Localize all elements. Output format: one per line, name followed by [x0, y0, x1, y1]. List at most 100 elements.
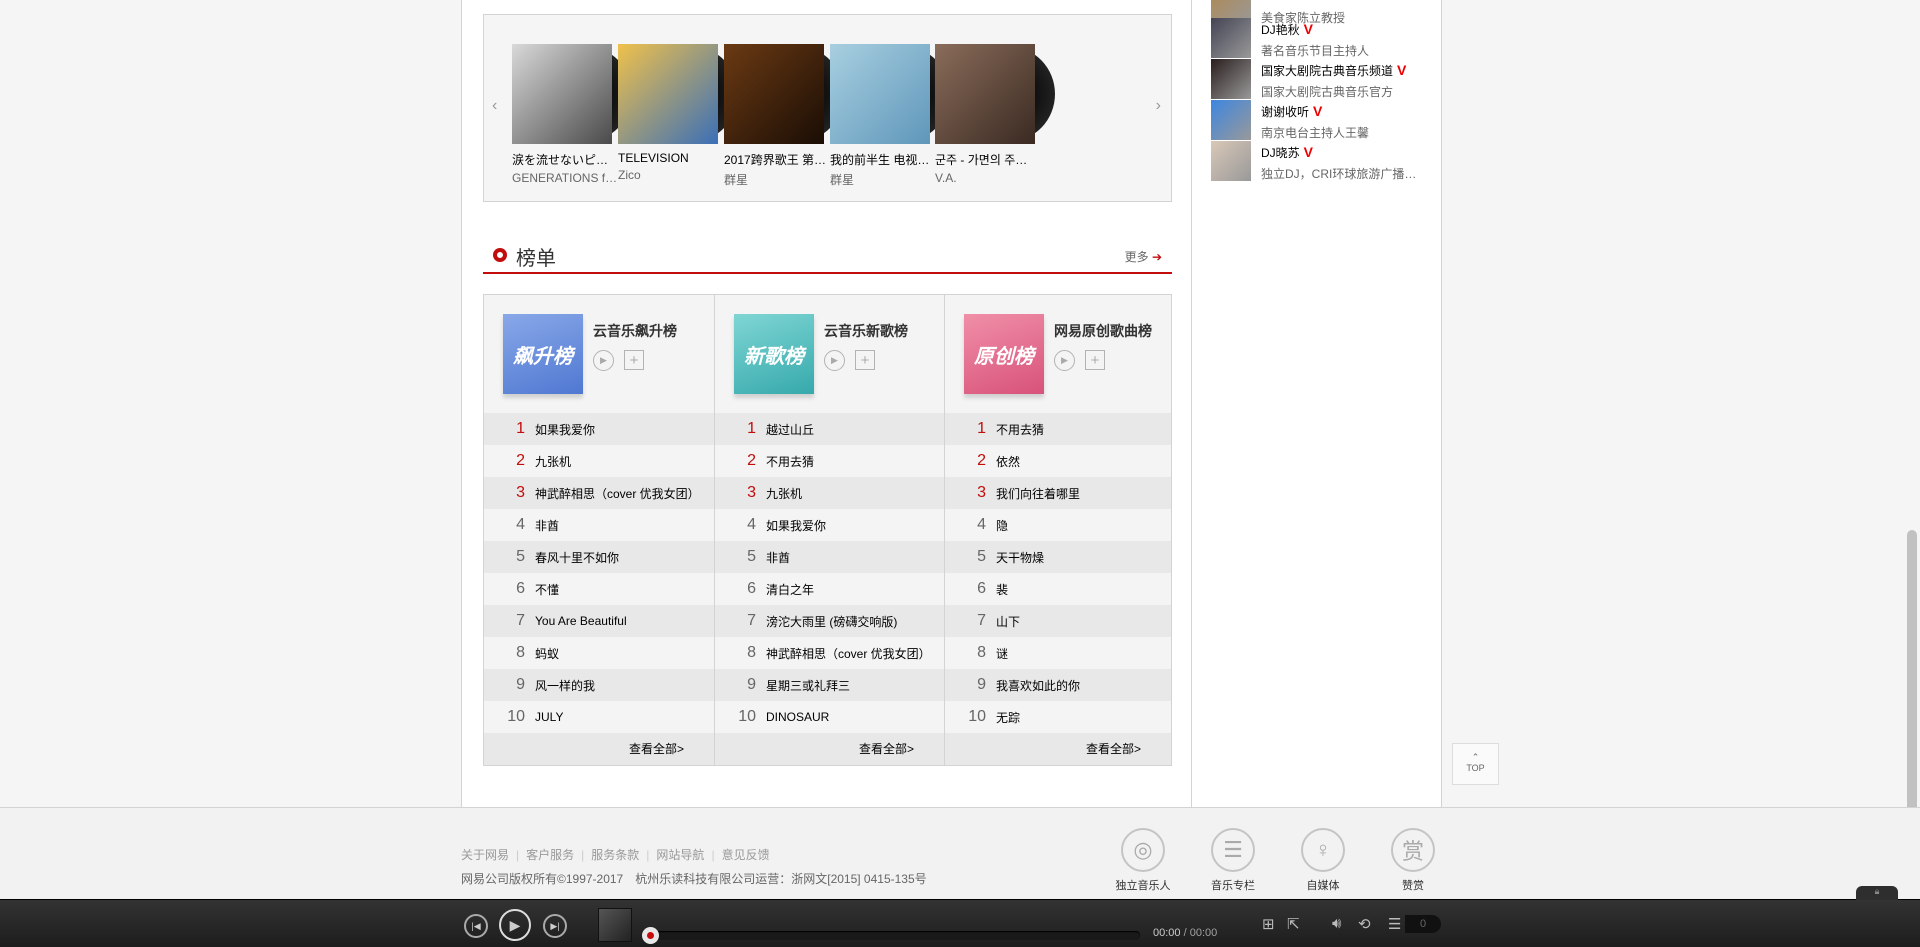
playlist-count[interactable]: 0 — [1405, 915, 1441, 933]
footer-link[interactable]: 客户服务 — [526, 848, 574, 862]
track-title[interactable]: 如果我爱你 — [535, 421, 595, 438]
track-row[interactable]: 1 不用去猜 — [945, 413, 1171, 445]
track-row[interactable]: 8谜 — [945, 637, 1171, 669]
album-artist[interactable]: 群星 — [830, 171, 948, 188]
track-row[interactable]: 9 风一样的我 — [484, 669, 714, 701]
track-row[interactable]: 10 DINOSAUR — [715, 701, 944, 733]
dj-name-text[interactable]: DJ晓苏 — [1261, 146, 1300, 160]
back-to-top-button[interactable]: ⌃ TOP — [1452, 743, 1499, 785]
album-cover[interactable] — [935, 44, 1035, 144]
track-row[interactable]: 10 无踪 — [945, 701, 1171, 733]
dj-name[interactable]: DJ艳秋 V — [1261, 21, 1313, 38]
add-to-playlist-icon[interactable]: ⊞ — [1262, 915, 1275, 933]
dj-name[interactable]: DJ晓苏 V — [1261, 144, 1313, 161]
loop-icon[interactable]: ⟲ — [1358, 915, 1371, 933]
chart-cover[interactable]: 原创榜 — [964, 314, 1044, 394]
footer-link[interactable]: 意见反馈 — [722, 848, 770, 862]
track-title[interactable]: 神武醉相思（cover 优我女团） — [535, 485, 700, 502]
track-row[interactable]: 6 清白之年 — [715, 573, 944, 605]
track-title[interactable]: 非酋 — [535, 517, 559, 534]
track-title[interactable]: JULY — [535, 710, 563, 724]
album-artist[interactable]: V.A. — [935, 171, 1053, 185]
track-title[interactable]: 神武醉相思（cover 优我女团） — [766, 645, 931, 662]
album-cover-wrap[interactable] — [724, 44, 844, 144]
footer-feature-label[interactable]: 赞赏 — [1383, 877, 1443, 893]
track-title[interactable]: 我们向往着哪里 — [996, 485, 1080, 502]
dj-item[interactable]: DJ艳秋 V 著名音乐节目主持人 — [1211, 18, 1431, 62]
track-title[interactable]: 天干物燥 — [996, 549, 1044, 566]
track-title[interactable]: 九张机 — [535, 453, 571, 470]
lock-icon[interactable]: 🔒︎ — [1856, 886, 1898, 900]
carousel-next-arrow-icon[interactable]: › — [1156, 97, 1161, 115]
track-row[interactable]: 6裴 — [945, 573, 1171, 605]
track-title[interactable]: 星期三或礼拜三 — [766, 677, 850, 694]
track-title[interactable]: 不用去猜 — [766, 453, 814, 470]
track-row[interactable]: 7 You Are Beautiful — [484, 605, 714, 637]
album-item[interactable]: 涙を流せないピ… GENERATIONS f… — [512, 44, 632, 185]
album-name[interactable]: 군주 - 가면의 주… — [935, 151, 1053, 168]
track-title[interactable]: 非酋 — [766, 549, 790, 566]
track-title[interactable]: 九张机 — [766, 485, 802, 502]
progress-knob[interactable] — [642, 927, 659, 944]
footer-feature[interactable]: ◎ 独立音乐人 — [1113, 828, 1173, 893]
dj-name[interactable]: 国家大剧院古典音乐频道 V — [1261, 62, 1406, 79]
reward-icon[interactable]: 赏 — [1391, 828, 1435, 872]
track-row[interactable]: 5 天干物燥 — [945, 541, 1171, 573]
album-item[interactable]: 2017跨界歌王 第… 群星 — [724, 44, 844, 188]
track-title[interactable]: You Are Beautiful — [535, 614, 627, 628]
album-cover[interactable] — [512, 44, 612, 144]
footer-feature[interactable]: ☰ 音乐专栏 — [1203, 828, 1263, 893]
volume-icon[interactable]: 🔊︎ — [1332, 915, 1341, 932]
track-title[interactable]: 隐 — [996, 517, 1008, 534]
track-title[interactable]: 无踪 — [996, 709, 1020, 726]
track-row[interactable]: 9 星期三或礼拜三 — [715, 669, 944, 701]
album-cover-wrap[interactable] — [512, 44, 632, 144]
album-cover[interactable] — [724, 44, 824, 144]
dj-name[interactable]: 谢谢收听 V — [1261, 103, 1322, 120]
track-row[interactable]: 4 如果我爱你 — [715, 509, 944, 541]
dj-item[interactable]: 谢谢收听 V 南京电台主持人王馨 — [1211, 100, 1431, 144]
track-title[interactable]: 清白之年 — [766, 581, 814, 598]
music-column-icon[interactable]: ☰ — [1211, 828, 1255, 872]
track-title[interactable]: 春风十里不如你 — [535, 549, 619, 566]
track-row[interactable]: 3 我们向往着哪里 — [945, 477, 1171, 509]
avatar[interactable] — [1211, 141, 1251, 181]
more-link[interactable]: 更多 ➔ — [1125, 248, 1162, 265]
track-row[interactable]: 1 越过山丘 — [715, 413, 944, 445]
footer-link[interactable]: 服务条款 — [591, 848, 639, 862]
track-title[interactable]: 我喜欢如此的你 — [996, 677, 1080, 694]
album-cover-wrap[interactable] — [935, 44, 1055, 144]
track-row[interactable]: 2 九张机 — [484, 445, 714, 477]
track-title[interactable]: 裴 — [996, 581, 1008, 598]
dj-item[interactable]: 国家大剧院古典音乐频道 V 国家大剧院古典音乐官方 — [1211, 59, 1431, 103]
album-name[interactable]: 我的前半生 电视… — [830, 151, 948, 168]
microphone-icon[interactable]: ♀ — [1301, 828, 1345, 872]
album-artist[interactable]: 群星 — [724, 171, 842, 188]
view-all-link[interactable]: 查看全部> — [715, 733, 944, 765]
track-title[interactable]: 依然 — [996, 453, 1020, 470]
add-to-collection-icon[interactable]: + — [855, 350, 875, 370]
album-name[interactable]: 涙を流せないピ… — [512, 151, 630, 168]
avatar[interactable] — [1211, 100, 1251, 140]
album-cover[interactable] — [618, 44, 718, 144]
album-name[interactable]: TELEVISION — [618, 151, 736, 165]
dj-name-text[interactable]: 国家大剧院古典音乐频道 — [1261, 64, 1393, 78]
avatar[interactable] — [1211, 59, 1251, 99]
more-link-label[interactable]: 更多 — [1125, 250, 1149, 264]
footer-link[interactable]: 网站导航 — [656, 848, 704, 862]
track-row[interactable]: 9 我喜欢如此的你 — [945, 669, 1171, 701]
track-row[interactable]: 8 神武醉相思（cover 优我女团） — [715, 637, 944, 669]
play-icon[interactable]: ▶ — [499, 909, 531, 941]
track-row[interactable]: 6 不懂 — [484, 573, 714, 605]
track-title[interactable]: DINOSAUR — [766, 710, 829, 724]
chart-name[interactable]: 网易原创歌曲榜 — [1054, 321, 1152, 341]
album-item[interactable]: 我的前半生 电视… 群星 — [830, 44, 950, 188]
chart-cover[interactable]: 飙升榜 — [503, 314, 583, 394]
footer-feature[interactable]: 赏赞赏 — [1383, 828, 1443, 893]
dj-name-text[interactable]: 谢谢收听 — [1261, 105, 1309, 119]
track-title[interactable]: 不用去猜 — [996, 421, 1044, 438]
album-name[interactable]: 2017跨界歌王 第… — [724, 151, 842, 168]
view-all-link[interactable]: 查看全部> — [484, 733, 714, 765]
dj-name-text[interactable]: DJ艳秋 — [1261, 23, 1300, 37]
share-icon[interactable]: ⇱ — [1287, 915, 1300, 933]
